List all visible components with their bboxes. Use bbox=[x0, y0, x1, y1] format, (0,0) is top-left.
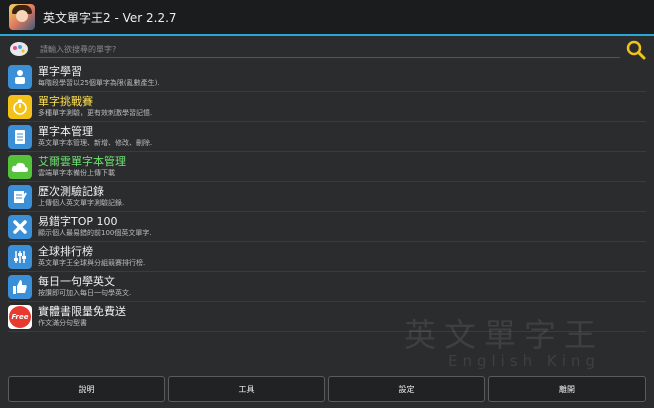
bubble-icon bbox=[10, 42, 28, 56]
menu-item[interactable]: 易錯字TOP 100 顯示個人最易錯的前100個英文單字. bbox=[8, 212, 646, 242]
free-icon: Free bbox=[8, 304, 32, 329]
menu-item[interactable]: 艾爾雲單字本管理 雲端單字本備份上傳下載 bbox=[8, 152, 646, 182]
settings-button[interactable]: 設定 bbox=[328, 376, 485, 402]
menu-list: 單字學習 每階段學習以25個單字為限(亂數產生). 單字挑戰賽 多種單字測驗，更有效刺… bbox=[8, 62, 646, 332]
menu-item-subtitle: 雲端單字本備份上傳下載 bbox=[38, 169, 115, 177]
menu-item-subtitle: 每階段學習以25個單字為限(亂數產生). bbox=[38, 79, 160, 87]
menu-item[interactable]: 全球排行榜 英文單字王全球與分組競賽排行榜. bbox=[8, 242, 646, 272]
menu-item-subtitle: 英文單字本管理、新增、修改、刪除. bbox=[38, 139, 153, 147]
menu-item-title: 全球排行榜 bbox=[38, 245, 93, 258]
search-bar: 請輸入欲搜尋的單字? bbox=[0, 38, 654, 62]
book-icon bbox=[8, 64, 32, 89]
search-icon[interactable] bbox=[626, 40, 646, 60]
menu-item-title: 艾爾雲單字本管理 bbox=[38, 155, 126, 168]
menu-item-subtitle: 作文滿分句型書 bbox=[38, 319, 87, 327]
cloud-icon bbox=[8, 154, 32, 179]
app-title: 英文單字王2 - Ver 2.2.7 bbox=[43, 10, 177, 25]
menu-item-title: 易錯字TOP 100 bbox=[38, 215, 118, 228]
title-bar: 英文單字王2 - Ver 2.2.7 bbox=[0, 0, 654, 36]
menu-item-title: 實體書限量免費送 bbox=[38, 305, 126, 318]
exit-button[interactable]: 離開 bbox=[488, 376, 646, 402]
watermark-subtitle: English King bbox=[448, 352, 600, 370]
sliders-icon bbox=[8, 244, 32, 269]
stopwatch-icon bbox=[8, 94, 32, 119]
x-icon bbox=[8, 214, 32, 239]
help-button[interactable]: 說明 bbox=[8, 376, 165, 402]
menu-item[interactable]: 單字本管理 英文單字本管理、新增、修改、刪除. bbox=[8, 122, 646, 152]
notebook-icon bbox=[8, 124, 32, 149]
menu-item[interactable]: 歷次測驗記錄 上傳個人英文單字測驗記錄. bbox=[8, 182, 646, 212]
menu-item-subtitle: 按讚即可加入每日一句學英文. bbox=[38, 289, 132, 297]
menu-item-title: 單字學習 bbox=[38, 65, 82, 78]
edit-icon bbox=[8, 184, 32, 209]
search-underline bbox=[36, 57, 620, 58]
menu-item-subtitle: 顯示個人最易錯的前100個英文單字. bbox=[38, 229, 152, 237]
thumbs-up-icon bbox=[8, 274, 32, 299]
menu-item-subtitle: 上傳個人英文單字測驗記錄. bbox=[38, 199, 125, 207]
tools-button[interactable]: 工具 bbox=[168, 376, 325, 402]
menu-item-title: 單字本管理 bbox=[38, 125, 93, 138]
menu-item-subtitle: 英文單字王全球與分組競賽排行榜. bbox=[38, 259, 146, 267]
menu-item[interactable]: 每日一句學英文 按讚即可加入每日一句學英文. bbox=[8, 272, 646, 302]
menu-item-title: 單字挑戰賽 bbox=[38, 95, 93, 108]
menu-item[interactable]: 單字挑戰賽 多種單字測驗，更有效刺激學習記憶. bbox=[8, 92, 646, 122]
search-input[interactable]: 請輸入欲搜尋的單字? bbox=[40, 44, 116, 55]
menu-item-title: 歷次測驗記錄 bbox=[38, 185, 104, 198]
menu-item-subtitle: 多種單字測驗，更有效刺激學習記憶. bbox=[38, 109, 153, 117]
bottom-toolbar: 說明 工具 設定 離開 bbox=[0, 376, 654, 408]
menu-item[interactable]: 單字學習 每階段學習以25個單字為限(亂數產生). bbox=[8, 62, 646, 92]
menu-item-title: 每日一句學英文 bbox=[38, 275, 115, 288]
watermark-title: 英文單字王 bbox=[404, 316, 605, 354]
app-logo-icon bbox=[9, 4, 35, 30]
